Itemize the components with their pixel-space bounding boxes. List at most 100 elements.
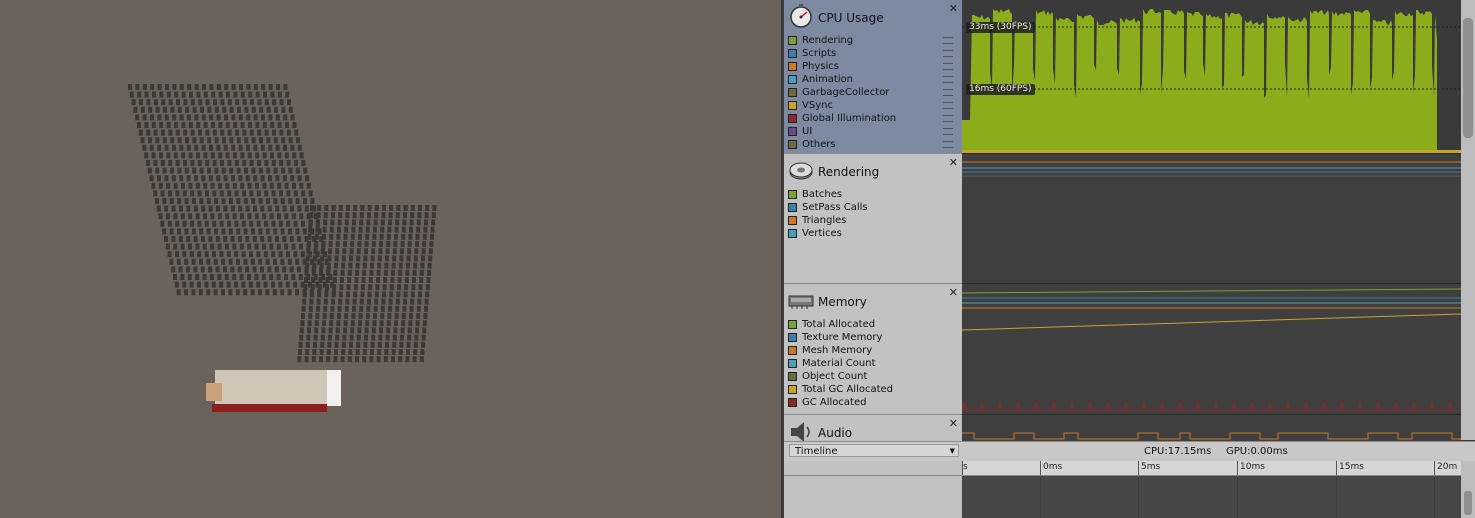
cpu-usage-graph[interactable]: 33ms (30FPS) 16ms (60FPS) (962, 0, 1461, 154)
grid-line (1237, 476, 1238, 518)
scene-object (235, 129, 239, 136)
legend-item[interactable]: Total GC Allocated (788, 383, 893, 396)
scene-object (256, 281, 261, 288)
legend-item[interactable]: Physics (788, 60, 958, 73)
memory-panel[interactable]: Memory ✕ Total Allocated Texture Memory Me… (784, 284, 962, 415)
drag-handle-icon[interactable] (943, 50, 953, 57)
scene-object (133, 106, 138, 113)
drag-handle-icon[interactable] (943, 128, 953, 135)
legend-item[interactable]: Material Count (788, 357, 893, 370)
scene-object (214, 106, 219, 113)
scene-object (291, 243, 296, 250)
close-icon[interactable]: ✕ (949, 417, 958, 430)
scene-object (396, 291, 401, 298)
vertical-scrollbar[interactable] (1461, 0, 1475, 440)
scene-object (199, 167, 204, 174)
scene-view[interactable] (0, 0, 781, 518)
timeline-view[interactable]: s 0ms 5ms 10ms 15ms 20m (962, 461, 1461, 518)
drag-handle-icon[interactable] (943, 76, 953, 83)
close-icon[interactable]: ✕ (949, 2, 958, 15)
scene-object (254, 243, 259, 250)
scene-object (279, 160, 284, 166)
scene-object (306, 334, 311, 341)
timeline-scrollbar-thumb[interactable] (1464, 491, 1472, 515)
scene-object (419, 356, 424, 363)
scene-object (238, 114, 243, 121)
legend-item[interactable]: Triangles (788, 214, 868, 227)
legend-item[interactable]: GarbageCollector (788, 86, 958, 99)
scene-object (411, 284, 416, 291)
scene-object (400, 334, 404, 341)
legend-item[interactable]: Object Count (788, 370, 893, 383)
scene-object (349, 248, 354, 255)
scene-object (347, 277, 352, 283)
audio-panel[interactable]: Audio ✕ (784, 415, 962, 442)
legend-item[interactable]: Vertices (788, 227, 868, 240)
scene-object (275, 144, 280, 151)
legend-item[interactable]: Rendering (788, 34, 958, 47)
scene-object (232, 274, 237, 280)
scene-object (281, 106, 286, 113)
scene-object (391, 349, 396, 355)
close-icon[interactable]: ✕ (949, 156, 958, 169)
view-mode-dropdown[interactable]: Timeline ▼ (789, 444, 959, 457)
scene-object (353, 205, 358, 211)
scene-object (326, 349, 331, 355)
scene-object (208, 175, 213, 182)
legend-item[interactable]: Global Illumination (788, 112, 958, 125)
scene-object (340, 356, 345, 363)
scene-object (164, 144, 169, 151)
rendering-panel[interactable]: Rendering ✕ Batches SetPass Calls Triangle… (784, 154, 962, 284)
scene-object (183, 160, 187, 166)
legend-item[interactable]: VSync (788, 99, 958, 112)
drag-handle-icon[interactable] (943, 141, 953, 148)
memory-graph[interactable] (962, 284, 1461, 415)
legend-item[interactable]: SetPass Calls (788, 201, 868, 214)
scene-object (335, 248, 340, 255)
cpu-usage-panel[interactable]: CPU Usage ✕ Rendering Scripts Physics Anima… (784, 0, 962, 154)
legend-item[interactable]: GC Allocated (788, 396, 893, 409)
scene-object (166, 213, 170, 220)
scene-object (236, 258, 240, 265)
vertical-scrollbar-thumb[interactable] (1463, 18, 1473, 138)
scene-object (155, 137, 160, 144)
scene-object (373, 305, 378, 312)
scene-object (273, 228, 278, 235)
scene-object (304, 205, 309, 212)
rendering-graph[interactable] (962, 154, 1461, 284)
scene-object (368, 284, 373, 291)
scene-object (151, 122, 156, 128)
scene-object (231, 175, 235, 182)
scene-object (286, 129, 291, 136)
scene-object (322, 320, 326, 327)
scene-object (386, 327, 391, 334)
legend-item[interactable]: Animation (788, 73, 958, 86)
scene-object (181, 122, 186, 128)
legend-item[interactable]: Others (788, 138, 958, 151)
scene-object (402, 305, 407, 312)
legend-item[interactable]: Batches (788, 188, 868, 201)
timeline-ruler[interactable]: s 0ms 5ms 10ms 15ms 20m (962, 461, 1461, 476)
legend-item[interactable]: Mesh Memory (788, 344, 893, 357)
audio-graph[interactable] (962, 415, 1461, 441)
drag-handle-icon[interactable] (943, 63, 953, 70)
scene-object (238, 144, 243, 151)
scene-object (380, 305, 385, 312)
timeline-scrollbar[interactable] (1461, 461, 1475, 518)
scene-object (285, 122, 289, 128)
close-icon[interactable]: ✕ (949, 286, 958, 299)
drag-handle-icon[interactable] (943, 37, 953, 44)
drag-handle-icon[interactable] (943, 115, 953, 122)
legend-item[interactable]: Scripts (788, 47, 958, 60)
scene-object (297, 356, 302, 363)
legend-item[interactable]: Texture Memory (788, 331, 893, 344)
drag-handle-icon[interactable] (943, 102, 953, 109)
legend-item[interactable]: Total Allocated (788, 318, 893, 331)
scene-object (224, 274, 229, 280)
scene-object (250, 289, 255, 296)
legend-item[interactable]: UI (788, 125, 958, 138)
scene-object (192, 167, 197, 174)
scene-object (424, 305, 428, 312)
legend-label: Animation (802, 74, 853, 85)
drag-handle-icon[interactable] (943, 89, 953, 96)
